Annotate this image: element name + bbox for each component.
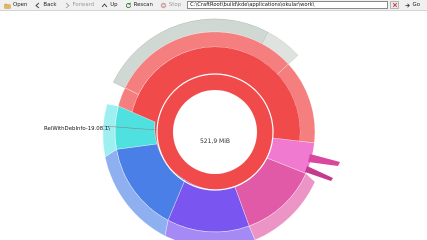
open-button[interactable]: Open xyxy=(2,0,29,10)
arrow-up-icon xyxy=(101,2,108,9)
stop-button[interactable]: Stop xyxy=(158,0,183,10)
go-arrow-icon xyxy=(404,2,410,8)
forward-button[interactable]: Forward xyxy=(62,0,97,10)
radial-map-canvas[interactable]: 521,9 MiB RelWithDebInfo-19.08.1\ xyxy=(0,12,427,240)
folder-open-icon xyxy=(4,2,11,9)
close-icon xyxy=(392,2,397,8)
back-button[interactable]: Back xyxy=(32,0,58,10)
path-input[interactable] xyxy=(187,1,389,9)
open-label: Open xyxy=(13,2,28,8)
toolbar: Open Back Forward Up Rescan Stop Go xyxy=(0,0,427,11)
back-label: Back xyxy=(43,2,57,8)
hover-folder-label: RelWithDebInfo-19.08.1\ xyxy=(44,126,111,132)
arrow-right-icon xyxy=(64,2,71,9)
arrow-left-icon xyxy=(34,2,41,9)
rescan-label: Rescan xyxy=(133,2,153,8)
stop-icon xyxy=(160,2,167,9)
up-label: Up xyxy=(110,2,118,8)
clear-path-button[interactable] xyxy=(390,1,399,9)
go-label: Go xyxy=(412,2,420,8)
center-size-label: 521,9 MiB xyxy=(199,138,231,145)
forward-label: Forward xyxy=(72,2,95,8)
rescan-button[interactable]: Rescan xyxy=(123,0,155,10)
stop-label: Stop xyxy=(168,2,182,8)
go-button[interactable]: Go xyxy=(402,0,422,10)
up-button[interactable]: Up xyxy=(99,0,119,10)
magenta-spike[interactable] xyxy=(308,154,340,166)
refresh-icon xyxy=(125,2,132,9)
center-white-disk[interactable] xyxy=(173,90,257,174)
